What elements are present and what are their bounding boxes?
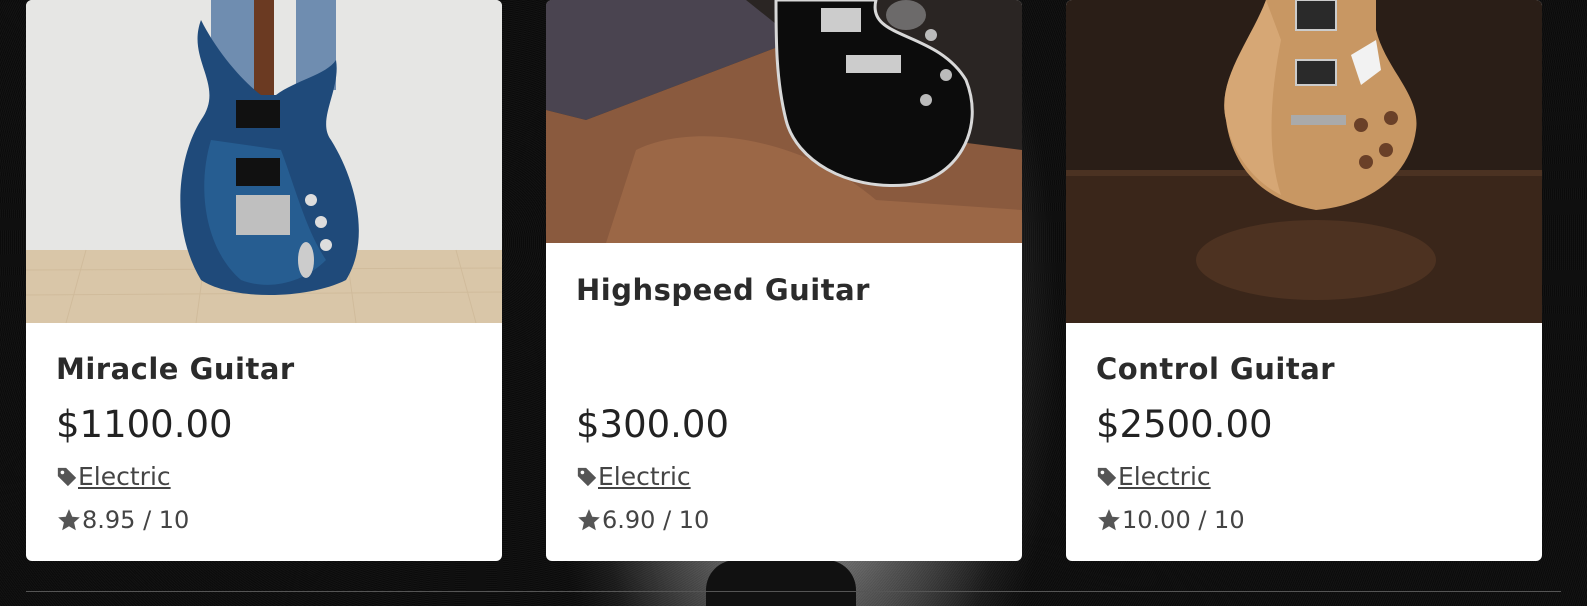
product-title[interactable]: Highspeed Guitar bbox=[576, 273, 992, 307]
product-rating: 8.95 / 10 bbox=[56, 506, 472, 534]
product-title[interactable]: Control Guitar bbox=[1096, 352, 1512, 386]
tag-icon bbox=[1096, 466, 1118, 488]
star-icon bbox=[56, 507, 82, 533]
product-card-control[interactable]: Control Guitar $2500.00 Electric 10.00 /… bbox=[1066, 0, 1542, 561]
footer-divider bbox=[26, 591, 1561, 592]
rating-value: 10.00 / 10 bbox=[1122, 506, 1245, 534]
star-icon bbox=[1096, 507, 1122, 533]
product-price: $1100.00 bbox=[56, 403, 233, 446]
product-card-highspeed[interactable]: Highspeed Guitar $300.00 Electric 6.90 /… bbox=[546, 0, 1022, 561]
rating-value: 8.95 / 10 bbox=[82, 506, 190, 534]
product-rating: 6.90 / 10 bbox=[576, 506, 992, 534]
star-icon bbox=[576, 507, 602, 533]
product-image-miracle[interactable] bbox=[26, 0, 502, 323]
category-link[interactable]: Electric bbox=[1118, 462, 1211, 491]
product-price: $300.00 bbox=[576, 403, 730, 446]
background-figure bbox=[706, 560, 856, 606]
product-title[interactable]: Miracle Guitar bbox=[56, 352, 472, 386]
product-image-control[interactable] bbox=[1066, 0, 1542, 323]
product-price: $2500.00 bbox=[1096, 403, 1273, 446]
category-link[interactable]: Electric bbox=[598, 462, 691, 491]
product-category: Electric bbox=[56, 462, 472, 491]
product-category: Electric bbox=[1096, 462, 1512, 491]
category-link[interactable]: Electric bbox=[78, 462, 171, 491]
tag-icon bbox=[56, 466, 78, 488]
product-image-highspeed[interactable] bbox=[546, 0, 1022, 243]
tag-icon bbox=[576, 466, 598, 488]
rating-value: 6.90 / 10 bbox=[602, 506, 710, 534]
product-card-miracle[interactable]: Miracle Guitar $1100.00 Electric 8.95 / … bbox=[26, 0, 502, 561]
product-category: Electric bbox=[576, 462, 992, 491]
product-rating: 10.00 / 10 bbox=[1096, 506, 1512, 534]
